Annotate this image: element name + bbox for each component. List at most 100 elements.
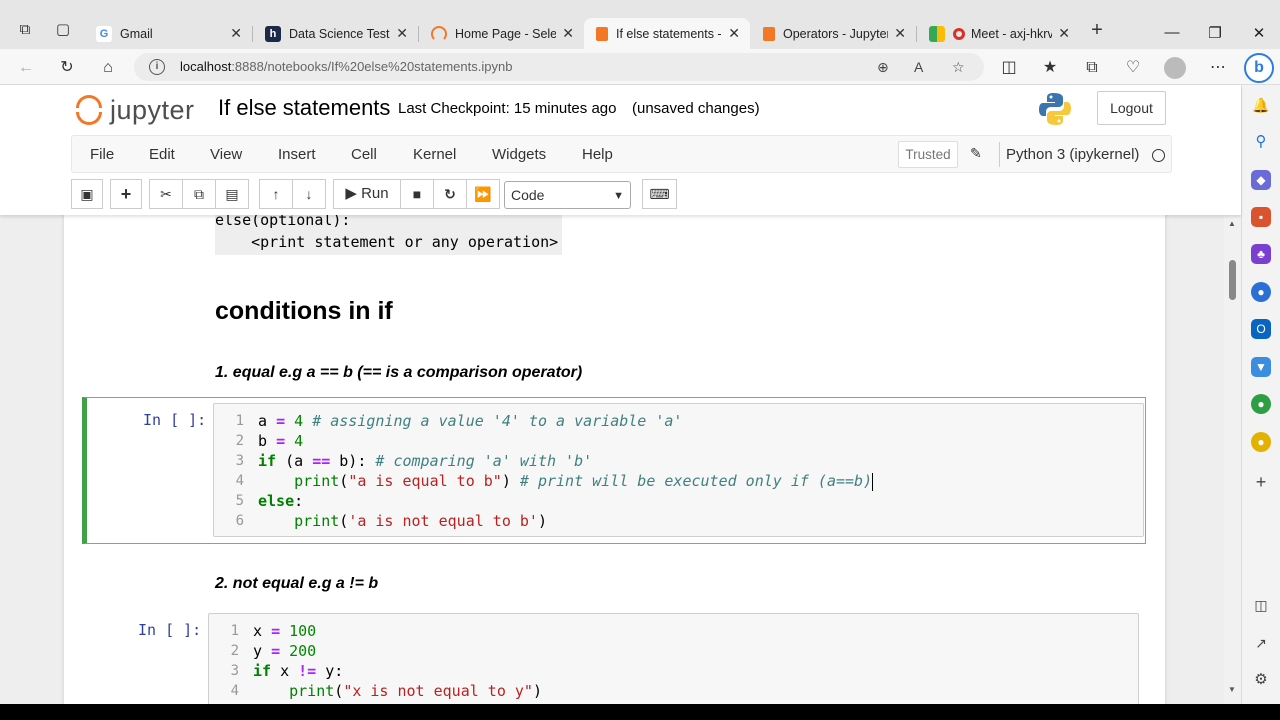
chevron-down-icon: ▼ [613,190,624,202]
markdown-subheading-equal: 1. equal e.g a == b (== is a comparison … [215,364,583,381]
move-up-icon[interactable]: ↑ [259,179,293,209]
close-window-icon[interactable]: ✕ [1244,24,1274,42]
page-scrollbar[interactable]: ▲ ▼ [1224,215,1241,704]
drop-icon[interactable]: ▼ [1251,357,1271,377]
code-line: 3 if x != y: [230,662,344,680]
browser-toolbar: ← ↻ ⌂ i localhost:8888/notebooks/If%20el… [0,49,1280,85]
cell-type-select[interactable]: Code ▼ [504,181,631,209]
info-icon[interactable]: i [149,59,165,75]
run-button[interactable]: ▶ Run [333,179,401,209]
jupyter-logo[interactable]: jupyter [76,93,195,127]
cut-icon[interactable]: ✂ [149,179,183,209]
restore-icon[interactable]: ❐ [1200,24,1230,42]
close-tab-icon[interactable]: ✕ [230,25,242,42]
minimize-icon[interactable]: — [1157,24,1187,41]
menu-help[interactable]: Help [582,146,613,163]
menu-cell[interactable]: Cell [351,146,377,163]
tab-data-science-test[interactable]: h Data Science Test Nu ✕ [253,18,418,49]
menu-file[interactable]: File [90,146,114,163]
code-line: 4 print("a is equal to b") # print will … [235,472,874,491]
python-logo-icon [1039,93,1071,125]
shopping-icon[interactable]: ◆ [1251,170,1271,190]
code-line: 1x = 100 [230,622,317,640]
code-line: 3 if (a == b): # comparing 'a' with 'b' [235,452,593,470]
workspaces-icon[interactable]: ⧉ [15,20,35,40]
logout-button[interactable]: Logout [1097,91,1166,125]
menu-edit[interactable]: Edit [149,146,175,163]
notebook-scroll-area: else(optional): <print statement or any … [0,215,1241,704]
outlook-icon[interactable]: O [1251,319,1271,339]
edge-sidebar: 🔔 ⚲ ◆ ▪ ♣ ● O ▼ ● ● + ◫ ↗ ⚙ [1241,85,1280,704]
more-options-icon[interactable]: ⋯ [1207,57,1229,79]
rewards-icon[interactable]: ● [1251,432,1271,452]
home-icon[interactable]: ⌂ [97,57,119,79]
checkpoint-status: Last Checkpoint: 15 minutes ago [398,100,617,117]
add-sidebar-app-icon[interactable]: + [1251,472,1271,492]
code-cell[interactable]: In [ ]: 1x = 100 2y = 200 3 if x != y: 4 … [82,608,1146,704]
menu-insert[interactable]: Insert [278,146,316,163]
insert-cell-icon[interactable]: + [110,179,142,209]
read-aloud-icon[interactable]: A [914,59,923,75]
tab-if-else-statements[interactable]: If else statements - Ju ✕ [584,18,750,49]
microsoft-365-icon[interactable]: ● [1251,282,1271,302]
play-icon: ▶ [345,185,362,202]
reload-icon[interactable]: ↻ [56,57,78,79]
notebook-title[interactable]: If else statements [218,95,390,121]
browser-essentials-icon[interactable]: ♡ [1122,57,1144,79]
fast-forward-icon[interactable]: ⏩ [466,179,500,209]
back-icon[interactable]: ← [15,57,37,79]
restart-icon[interactable]: ↻ [433,179,467,209]
scrollbar-thumb[interactable] [1229,260,1236,300]
code-editor[interactable]: 1x = 100 2y = 200 3 if x != y: 4 print("x… [208,613,1139,704]
recording-icon [953,27,965,40]
code-cell-selected[interactable]: In [ ]: 1a = 4 # assigning a value '4' t… [82,397,1146,544]
code-line: 2b = 4 [235,432,304,450]
loading-spinner-icon [431,25,447,42]
close-tab-icon[interactable]: ✕ [396,25,408,42]
menu-view[interactable]: View [210,146,242,163]
scroll-up-icon[interactable]: ▲ [1228,219,1236,228]
open-external-icon[interactable]: ↗ [1251,633,1271,653]
games-icon[interactable]: ♣ [1251,244,1271,264]
settings-gear-icon[interactable]: ⚙ [1251,670,1271,690]
address-bar[interactable]: i localhost:8888/notebooks/If%20else%20s… [134,53,984,81]
tab-actions-icon[interactable]: ▢ [53,20,73,40]
close-tab-icon[interactable]: ✕ [562,25,574,42]
close-tab-icon[interactable]: ✕ [1058,25,1070,42]
stop-icon[interactable]: ■ [400,179,434,209]
search-icon[interactable]: ⚲ [1251,132,1271,152]
code-line: 6 print('a is not equal to b') [235,512,547,530]
jupyter-book-icon [763,26,775,41]
tab-gmail[interactable]: G Gmail ✕ [84,18,252,49]
paste-icon[interactable]: ▤ [215,179,249,209]
menu-widgets[interactable]: Widgets [492,146,546,163]
bing-copilot-icon[interactable]: b [1244,53,1274,83]
favorite-star-icon[interactable]: ☆ [952,59,965,76]
tab-home-page[interactable]: Home Page - Select o ✕ [419,18,584,49]
google-meet-icon [929,25,945,42]
edit-pencil-icon[interactable]: ✎ [970,145,982,162]
close-tab-icon[interactable]: ✕ [728,25,740,42]
favorites-icon[interactable]: ★ [1039,57,1061,79]
tree-icon[interactable]: ● [1251,394,1271,414]
code-editor[interactable]: 1a = 4 # assigning a value '4' to a vari… [213,403,1144,537]
collections-icon[interactable]: ⧉ [1081,57,1103,79]
tools-icon[interactable]: ▪ [1251,207,1271,227]
scroll-down-icon[interactable]: ▼ [1228,685,1236,694]
new-tab-button[interactable]: + [1087,20,1107,40]
menu-kernel[interactable]: Kernel [413,146,456,163]
trusted-indicator[interactable]: Trusted [898,141,958,168]
profile-avatar[interactable] [1164,57,1186,79]
copy-icon[interactable]: ⧉ [182,179,216,209]
tab-meet[interactable]: Meet - axj-hkrv- ✕ [917,18,1080,49]
zoom-icon[interactable]: ⊕ [877,59,889,76]
notifications-icon[interactable]: 🔔 [1251,95,1271,115]
split-screen-icon[interactable]: ◫ [998,57,1020,79]
keyboard-icon[interactable]: ⌨ [642,179,677,209]
tab-operators[interactable]: Operators - Jupyter N ✕ [751,18,916,49]
hide-sidebar-icon[interactable]: ◫ [1251,595,1271,615]
save-icon[interactable]: ▣ [71,179,103,209]
close-tab-icon[interactable]: ✕ [894,25,906,42]
move-down-icon[interactable]: ↓ [292,179,326,209]
cell-prompt: In [ ]: [143,411,207,429]
